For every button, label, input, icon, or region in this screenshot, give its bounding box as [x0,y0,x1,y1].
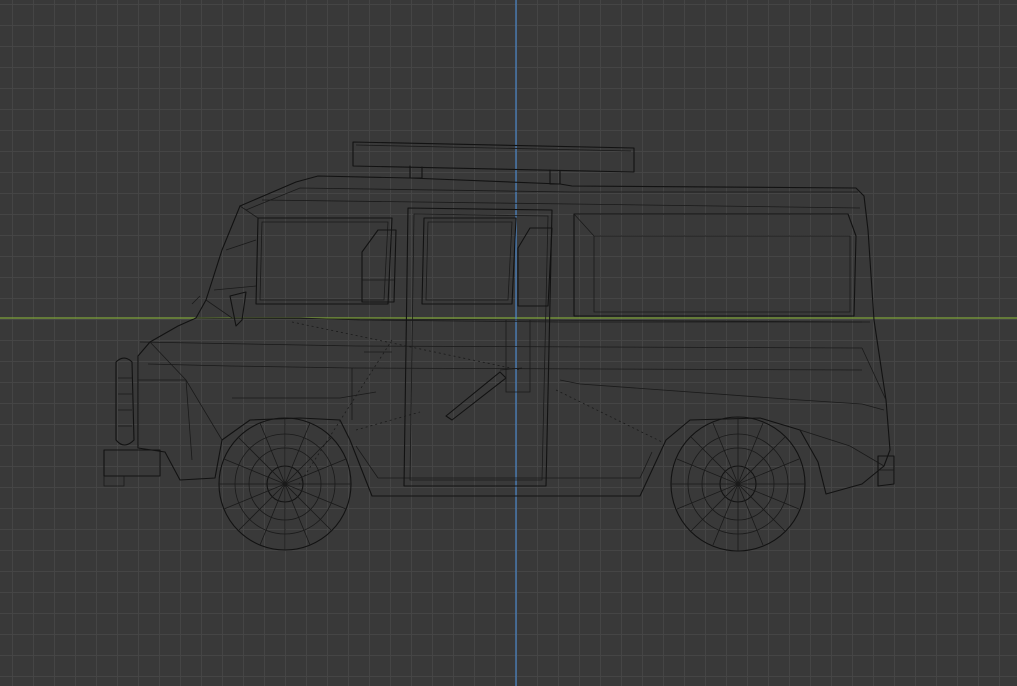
3d-viewport[interactable] [0,0,1017,686]
van-wireframe-model[interactable] [0,0,1017,686]
van-body [137,195,891,497]
roof [239,175,865,211]
front-bumper [103,357,161,487]
front-wheel [218,417,352,551]
c-pillar [505,227,553,393]
rear-window [573,213,857,317]
rear-wheel [670,416,806,552]
front-window [213,205,393,305]
